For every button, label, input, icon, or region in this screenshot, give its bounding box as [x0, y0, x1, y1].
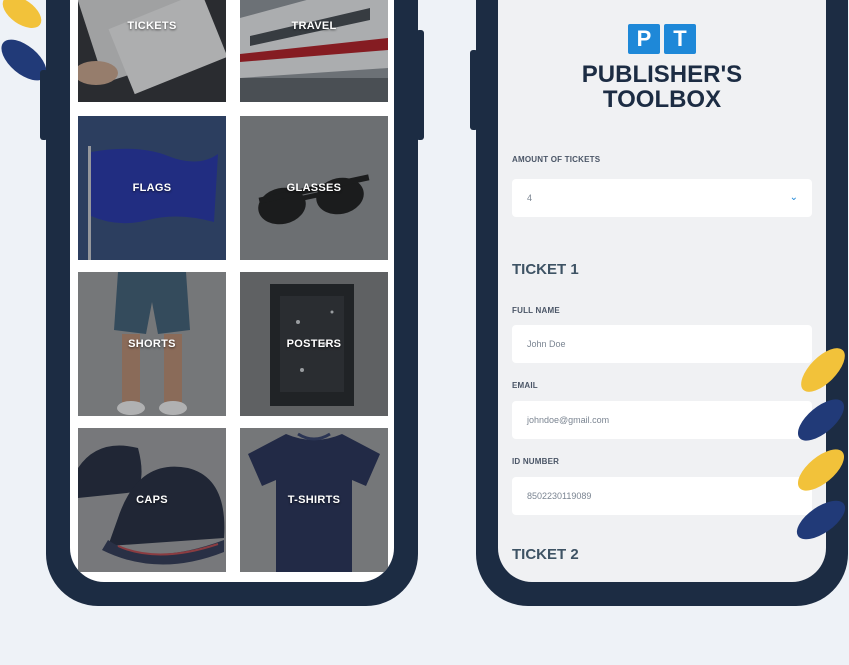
- tile-travel[interactable]: TRAVEL: [240, 0, 388, 102]
- tile-glasses[interactable]: GLASSES: [240, 116, 388, 260]
- email-field[interactable]: johndoe@gmail.com: [512, 401, 812, 439]
- tile-label: CAPS: [136, 494, 168, 506]
- phone-side-button: [416, 30, 424, 140]
- leaf-decoration-right: [796, 348, 846, 540]
- email-label: EMAIL: [512, 381, 538, 390]
- chevron-down-icon: ⌄: [789, 192, 798, 203]
- phone-side-button: [40, 70, 48, 140]
- logo-line-2: TOOLBOX: [602, 86, 722, 113]
- tile-t-shirts[interactable]: T-SHIRTS: [240, 428, 388, 572]
- navy-leaf: [797, 399, 845, 441]
- phone-side-button: [470, 50, 478, 130]
- tile-shorts[interactable]: SHORTS: [78, 272, 226, 416]
- yellow-leaf: [797, 449, 845, 491]
- tile-label: TICKETS: [127, 20, 177, 32]
- logo-wordmark: PUBLISHER'S TOOLBOX: [498, 62, 826, 112]
- amount-label: AMOUNT OF TICKETS: [512, 155, 601, 164]
- ticket-1-title: TICKET 1: [512, 261, 579, 278]
- tile-label: TRAVEL: [291, 20, 337, 32]
- navy-leaf: [796, 500, 846, 540]
- id-number-field[interactable]: 8502230119089: [512, 477, 812, 515]
- logo-letter-p: P: [628, 24, 660, 54]
- tile-label: GLASSES: [286, 182, 342, 194]
- phone-catalog: TICKETS TRAVEL FLAGS GLASSES SHORTS POST…: [40, 0, 424, 606]
- tile-flags[interactable]: FLAGS: [78, 116, 226, 260]
- tile-label: T-SHIRTS: [287, 494, 341, 506]
- tile-label: POSTERS: [286, 338, 342, 350]
- logo-line-1: PUBLISHER'S: [581, 61, 743, 88]
- tile-posters[interactable]: POSTERS: [240, 272, 388, 416]
- tile-label: SHORTS: [128, 338, 176, 350]
- full-name-field[interactable]: John Doe: [512, 325, 812, 363]
- amount-select[interactable]: 4 ⌄: [512, 179, 812, 217]
- ticket-2-title: TICKET 2: [512, 546, 579, 563]
- full-name-label: FULL NAME: [512, 306, 560, 315]
- tile-label: FLAGS: [132, 182, 172, 194]
- pt-logo: P T: [628, 24, 696, 54]
- catalog-screen: TICKETS TRAVEL FLAGS GLASSES SHORTS POST…: [70, 0, 394, 582]
- tile-tickets[interactable]: TICKETS: [78, 0, 226, 102]
- logo-letter-t: T: [664, 24, 696, 54]
- yellow-leaf: [2, 0, 42, 28]
- amount-value: 4: [527, 193, 533, 203]
- yellow-leaf: [801, 348, 845, 392]
- id-number-label: ID NUMBER: [512, 457, 560, 466]
- ticket-form-screen: P T PUBLISHER'S TOOLBOX AMOUNT OF TICKET…: [498, 0, 826, 582]
- tile-caps[interactable]: CAPS: [78, 428, 226, 572]
